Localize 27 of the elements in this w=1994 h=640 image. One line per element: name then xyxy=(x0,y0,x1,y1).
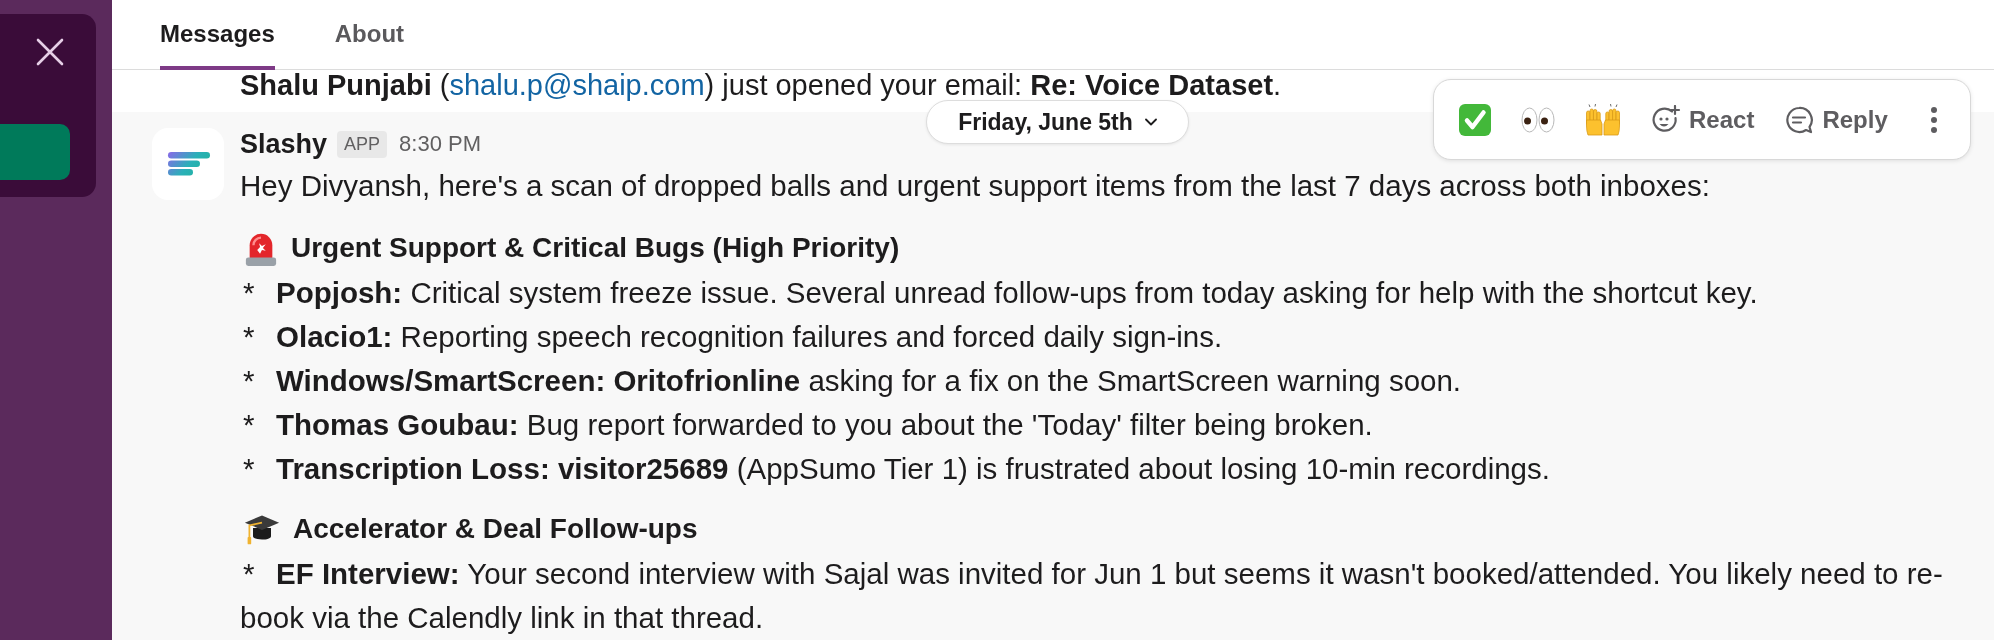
list-item-text: * Popjosh: Critical system freeze issue. Several unread follow-ups from today asking for help with the shortcut key. xyxy=(242,275,1759,311)
list-item-text: * Transcription Loss: visitor25689 (AppSumo Tier 1) is frustrated about losing 10-min recordings. xyxy=(242,451,1551,487)
list-item-text: * Olacio1: Reporting speech recognition failures and forced daily sign-ins. xyxy=(242,319,1224,355)
message-time[interactable]: 8:30 PM xyxy=(399,131,482,157)
sender-name[interactable]: Slashy xyxy=(240,128,328,160)
email-link[interactable]: shalu.p@shaip.com xyxy=(449,69,705,101)
tab[interactable]: Messages xyxy=(160,19,275,70)
list-item-text: * EF Interview: Your second interview with Sajal was invited for Jun 1 but seems it wasn't booked/attended. You likely need to re-book via the Calendly link in that thread. xyxy=(240,556,1944,636)
caret-icon xyxy=(1144,118,1157,126)
eyes-icon[interactable] xyxy=(1521,106,1555,133)
react-button[interactable]: React xyxy=(1651,104,1755,135)
close-icon[interactable] xyxy=(36,38,64,66)
section-heading: Urgent Support & Critical Bugs (High Priority) xyxy=(291,231,900,264)
more-options-icon[interactable] xyxy=(1929,105,1938,134)
tab[interactable]: About xyxy=(334,19,405,70)
notification-text: Shalu Punjabi (shalu.p@shaip.com) just opened your email: Re: Voice Dataset. xyxy=(240,70,1283,100)
list-item-text: * Windows/SmartScreen: Oritofrionline asking for a fix on the SmartScreen warning soon. xyxy=(242,363,1463,399)
speech-bubble-icon xyxy=(1784,104,1815,135)
message-text: Hey Divyansh, here's a scan of dropped balls and urgent support items from the last 7 days across both inboxes: xyxy=(240,168,1711,204)
date-divider-button[interactable]: Friday, June 5th xyxy=(926,100,1189,144)
section-heading: Accelerator & Deal Follow-ups xyxy=(293,512,698,545)
list-item-text: * Thomas Goubau: Bug report forwarded to you about the 'Today' filter being broken. xyxy=(242,407,1374,443)
add-emoji-icon xyxy=(1651,104,1681,135)
reply-button[interactable]: Reply xyxy=(1784,104,1888,135)
check-mark-icon[interactable] xyxy=(1459,103,1491,136)
app-logo-icon xyxy=(152,128,224,200)
app-badge: APP xyxy=(337,130,388,158)
